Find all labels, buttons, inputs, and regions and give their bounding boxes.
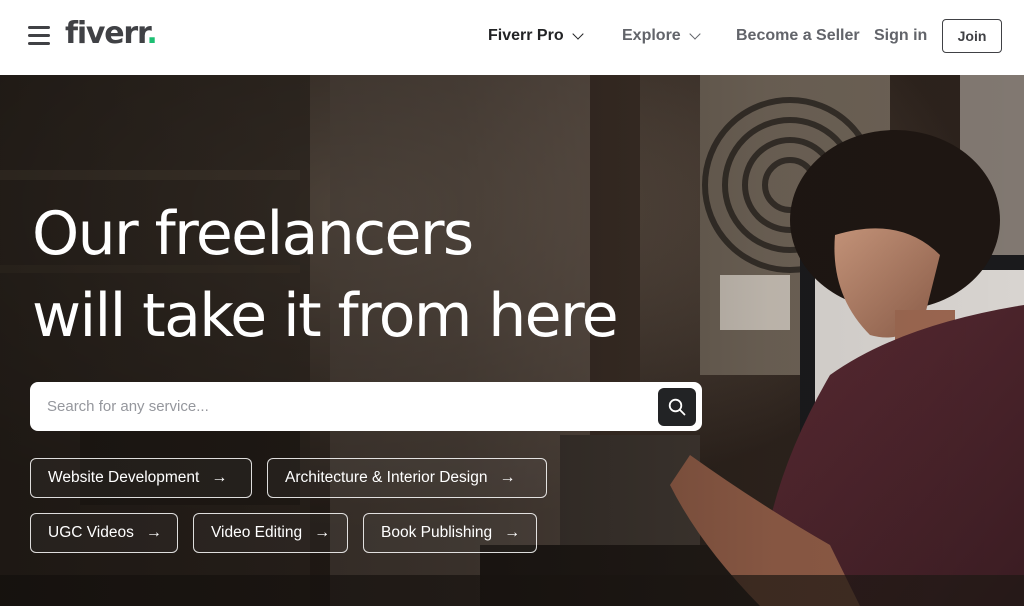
search-icon: [668, 398, 686, 416]
hero-section: Our freelancers will take it from here W…: [0, 75, 1024, 606]
nav-become-seller-label: Become a Seller: [736, 27, 860, 44]
nav-become-seller[interactable]: Become a Seller: [736, 26, 860, 46]
nav-explore-label: Explore: [622, 27, 681, 44]
chip-label: Book Publishing: [381, 524, 493, 541]
chevron-down-icon: [689, 27, 701, 40]
hero-title-line-2: will take it from here: [32, 281, 619, 351]
chip-book-publishing[interactable]: Book Publishing →: [363, 513, 537, 553]
search-bar: [30, 382, 702, 431]
chevron-down-icon: [571, 27, 584, 40]
fiverr-logo[interactable]: fiverr.: [65, 14, 158, 54]
logo-dot: .: [146, 16, 157, 51]
menu-icon[interactable]: [28, 26, 52, 46]
arrow-right-icon: →: [314, 524, 331, 541]
chip-architecture-interior-design[interactable]: Architecture & Interior Design →: [267, 458, 547, 498]
chip-ugc-videos[interactable]: UGC Videos →: [30, 513, 178, 553]
join-button-label: Join: [957, 28, 987, 44]
chip-video-editing[interactable]: Video Editing →: [193, 513, 348, 553]
chip-label: Architecture & Interior Design: [285, 469, 488, 486]
nav-explore[interactable]: Explore: [622, 26, 701, 46]
logo-text: fiverr: [65, 16, 148, 51]
hero-title-line-1: Our freelancers: [32, 199, 474, 269]
nav-sign-in-label: Sign in: [874, 27, 928, 44]
chip-label: UGC Videos: [48, 524, 134, 541]
arrow-right-icon: →: [499, 469, 516, 486]
join-button[interactable]: Join: [942, 19, 1002, 53]
search-input[interactable]: [45, 391, 645, 422]
search-button[interactable]: [658, 388, 696, 426]
chip-website-development[interactable]: Website Development →: [30, 458, 252, 498]
nav-sign-in[interactable]: Sign in: [874, 26, 927, 46]
arrow-right-icon: →: [504, 524, 521, 541]
chip-label: Website Development: [48, 469, 200, 486]
chip-label: Video Editing: [211, 524, 303, 541]
nav-fiverr-pro[interactable]: Fiverr Pro: [488, 26, 584, 46]
nav-fiverr-pro-label: Fiverr Pro: [488, 27, 564, 44]
arrow-right-icon: →: [145, 524, 162, 541]
hero-title: Our freelancers will take it from here: [32, 193, 619, 357]
arrow-right-icon: →: [211, 469, 228, 486]
top-navbar: fiverr. Fiverr Pro Explore Become a Sell…: [0, 0, 1024, 75]
